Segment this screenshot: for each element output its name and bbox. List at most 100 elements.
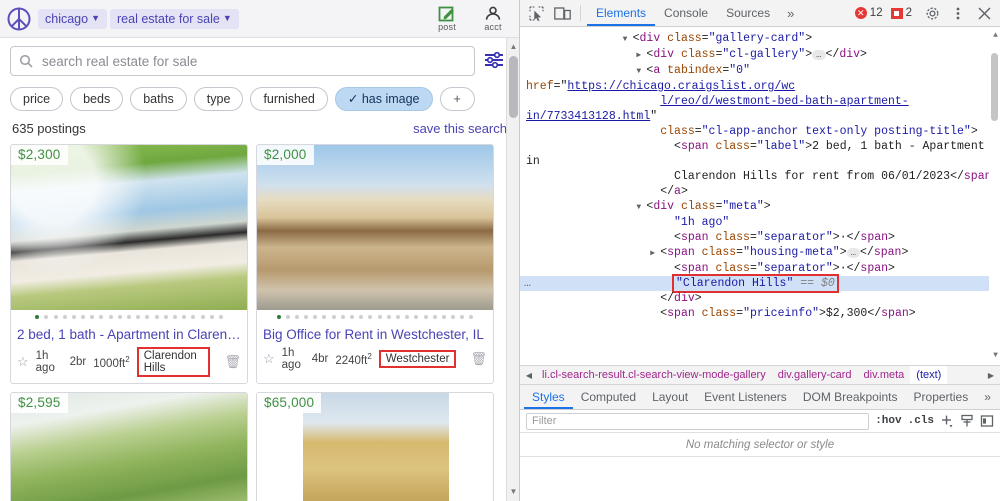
- filter-chip-[interactable]: +: [439, 87, 475, 112]
- inspect-element-icon[interactable]: [524, 2, 548, 24]
- dom-scroll-down-arrow[interactable]: ▼: [989, 349, 1000, 363]
- listing-photo[interactable]: $2,000: [257, 145, 493, 311]
- gear-icon[interactable]: [920, 2, 944, 24]
- carousel-dot[interactable]: [359, 314, 364, 319]
- carousel-dot[interactable]: [294, 314, 299, 319]
- carousel-dot[interactable]: [414, 314, 419, 319]
- carousel-dot[interactable]: [127, 314, 131, 319]
- breadcrumb-item[interactable]: div.gallery-card: [772, 366, 858, 384]
- filter-chip-beds[interactable]: beds: [70, 87, 124, 112]
- post-button[interactable]: post: [427, 5, 467, 32]
- warning-badge[interactable]: 2: [890, 7, 912, 19]
- carousel-dot[interactable]: [322, 314, 327, 319]
- styles-tab-layout[interactable]: Layout: [644, 385, 696, 409]
- styles-tab-computed[interactable]: Computed: [573, 385, 644, 409]
- tab-console[interactable]: Console: [655, 0, 717, 26]
- listing-title[interactable]: 2 bed, 1 bath - Apartment in Clarendon…: [17, 327, 241, 344]
- carousel-dot[interactable]: [145, 314, 150, 319]
- carousel-dot[interactable]: [350, 314, 355, 319]
- filter-chip-hasimage[interactable]: ✓ has image: [334, 87, 433, 112]
- cls-toggle[interactable]: .cls: [908, 415, 934, 427]
- dom-line[interactable]: ▶ <span class="housing-meta">… </span>: [520, 245, 1000, 261]
- carousel-dot[interactable]: [182, 314, 187, 319]
- dom-line[interactable]: ▼ <a tabindex="0" href="https://chicago.c…: [520, 63, 1000, 94]
- carousel-dot[interactable]: [451, 314, 456, 319]
- carousel-dot[interactable]: [209, 314, 214, 319]
- carousel-dot[interactable]: [108, 314, 113, 319]
- dom-line[interactable]: Clarendon Hills for rent from 06/01/2023…: [520, 169, 1000, 184]
- scrollbar-thumb[interactable]: [509, 56, 518, 118]
- styles-tab-[interactable]: »: [976, 385, 999, 409]
- dom-token-link[interactable]: https://chicago.craigslist.org/wc: [567, 80, 795, 93]
- collapse-triangle-icon[interactable]: ▼: [636, 200, 646, 215]
- carousel-dot[interactable]: [304, 314, 309, 319]
- carousel-dot[interactable]: [460, 314, 465, 319]
- breadcrumb-item[interactable]: li.cl-search-result.cl-search-view-mode-…: [536, 366, 772, 384]
- carousel-dot[interactable]: [469, 314, 474, 319]
- search-input[interactable]: [40, 52, 466, 70]
- carousel-dot[interactable]: [331, 314, 336, 319]
- carousel-dot[interactable]: [117, 314, 122, 319]
- carousel-dot[interactable]: [163, 314, 168, 319]
- star-outline-icon[interactable]: ☆: [263, 351, 275, 367]
- collapse-triangle-icon[interactable]: ▼: [623, 32, 633, 47]
- filter-chip-price[interactable]: price: [10, 87, 64, 112]
- dom-line[interactable]: <span class="priceinfo">$2,300</span>: [520, 306, 1000, 321]
- dom-line[interactable]: … "Clarendon Hills" == $0: [520, 274, 1000, 293]
- scroll-down-arrow[interactable]: ▼: [507, 485, 519, 499]
- kebab-menu-icon[interactable]: [946, 2, 970, 24]
- listing-card[interactable]: $65,000: [256, 392, 494, 501]
- trash-icon[interactable]: 🗑: [224, 354, 241, 370]
- carousel-dot[interactable]: [191, 314, 196, 319]
- carousel-dot[interactable]: [81, 314, 86, 319]
- carousel-dot[interactable]: [53, 314, 58, 319]
- listing-card[interactable]: $2,300 2 bed, 1 bath - Apartment in Clare…: [10, 144, 248, 385]
- carousel-dot[interactable]: [423, 314, 428, 319]
- dom-line[interactable]: ▼ <div class="gallery-card">: [520, 31, 1000, 47]
- carousel-dot[interactable]: [62, 314, 67, 319]
- carousel-dot[interactable]: [386, 314, 391, 319]
- search-box[interactable]: [10, 46, 475, 76]
- tab-elements[interactable]: Elements: [587, 0, 656, 26]
- breadcrumb-item[interactable]: (text): [910, 366, 948, 384]
- carousel-dot[interactable]: [90, 314, 95, 319]
- carousel-dot[interactable]: [377, 314, 382, 319]
- styles-filter-input[interactable]: [526, 412, 870, 430]
- tab-sources[interactable]: Sources: [717, 0, 779, 26]
- toggle-sidebar-icon[interactable]: [980, 414, 994, 428]
- trash-icon[interactable]: 🗑: [470, 351, 487, 367]
- filter-chip-baths[interactable]: baths: [130, 87, 187, 112]
- photo-carousel-dots[interactable]: [11, 310, 247, 324]
- listing-card[interactable]: $2,595: [10, 392, 248, 501]
- styles-tab-styles[interactable]: Styles: [524, 385, 573, 409]
- peace-sign-logo[interactable]: [6, 6, 32, 32]
- dom-tree[interactable]: ▼ <div class="gallery-card"> ▶ <div class=…: [520, 27, 1000, 365]
- filter-chip-furnished[interactable]: furnished: [250, 87, 328, 112]
- carousel-dot[interactable]: [285, 314, 290, 319]
- listing-photo[interactable]: $65,000: [257, 393, 493, 501]
- carousel-dot[interactable]: [35, 314, 40, 319]
- breadcrumb-left-arrow[interactable]: ◀: [522, 371, 536, 380]
- scroll-up-arrow[interactable]: ▲: [507, 40, 519, 54]
- more-tabs-button[interactable]: »: [781, 6, 800, 21]
- styles-tab-dombreakpoints[interactable]: DOM Breakpoints: [795, 385, 906, 409]
- carousel-dot[interactable]: [405, 314, 410, 319]
- carousel-dot[interactable]: [340, 314, 345, 319]
- dom-line[interactable]: <span class="separator">·</span>: [520, 230, 1000, 245]
- account-button[interactable]: acct: [473, 5, 513, 32]
- listing-card[interactable]: $2,000 Big Office for Rent in Westchester…: [256, 144, 494, 385]
- dom-scroll-up-arrow[interactable]: ▲: [989, 29, 1000, 43]
- error-badge[interactable]: ✕ 12: [854, 7, 883, 19]
- dom-line[interactable]: <span class="label">2 bed, 1 bath - Apar…: [520, 139, 1000, 169]
- expand-triangle-icon[interactable]: ▶: [636, 48, 646, 63]
- expand-triangle-icon[interactable]: ▶: [650, 246, 660, 261]
- styles-tab-eventlisteners[interactable]: Event Listeners: [696, 385, 795, 409]
- category-selector[interactable]: real estate for sale ▼: [110, 8, 239, 29]
- carousel-dot[interactable]: [172, 314, 177, 319]
- carousel-dot[interactable]: [71, 314, 76, 319]
- styles-tab-properties[interactable]: Properties: [906, 385, 977, 409]
- dom-line[interactable]: "1h ago": [520, 215, 1000, 230]
- listing-photo[interactable]: $2,300: [11, 145, 247, 311]
- filter-chip-type[interactable]: type: [193, 87, 244, 112]
- close-icon[interactable]: [972, 2, 996, 24]
